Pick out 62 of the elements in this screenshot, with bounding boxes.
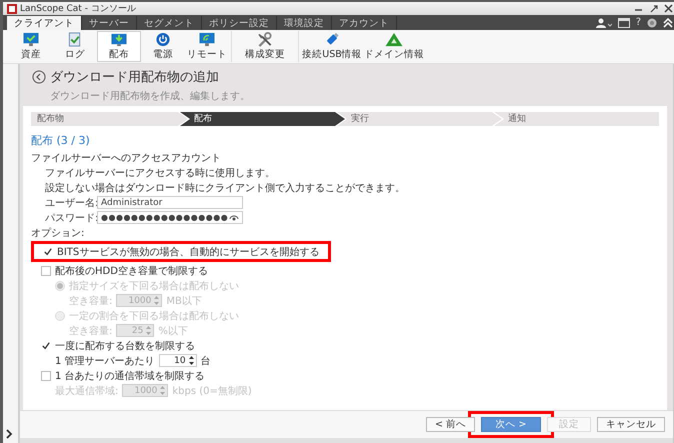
username-field[interactable]: Administrator xyxy=(97,196,243,209)
close-icon xyxy=(664,4,673,13)
checkbox-label: 配布後のHDD空き容量で制限する xyxy=(55,264,208,278)
radio-label: 指定サイズを下回る場合は配布しない xyxy=(69,280,239,292)
network-triangle-icon xyxy=(384,32,404,47)
field-label: 空き容量: xyxy=(69,324,112,338)
unit-label: %以下 xyxy=(158,324,188,338)
toolbar-button[interactable]: リモート xyxy=(185,31,229,62)
checkbox-label: 一度に配布する台数を制限する xyxy=(55,340,195,352)
wizard-step: 配布物 xyxy=(31,112,188,126)
monitor-signal-icon xyxy=(197,32,217,47)
checkbox[interactable] xyxy=(41,370,51,380)
window-icon xyxy=(618,18,630,28)
checkmark-icon xyxy=(42,340,50,350)
unit-label: 台 xyxy=(200,354,211,368)
checkmark-icon xyxy=(44,246,52,256)
radio-label: 一定の割合を下回る場合は配布しない xyxy=(69,310,239,322)
wizard-step: 通知 xyxy=(494,112,659,126)
unit-label: kbps (0=無制限) xyxy=(172,384,252,398)
help-text: ファイルサーバーにアクセスする時に使用します。 xyxy=(45,166,275,180)
toolbar-button[interactable]: ログ xyxy=(53,31,97,62)
checkbox-label: 1 台あたりの通信帯域を制限する xyxy=(55,370,205,382)
spinner-arrows-icon xyxy=(145,325,152,336)
wizard-button[interactable]: < 前へ xyxy=(426,417,475,432)
monitor-download-icon xyxy=(109,32,129,47)
number-field[interactable]: 10 xyxy=(158,354,197,367)
toolbar-button[interactable]: 接続USB情報 xyxy=(301,31,363,62)
toolbar-button[interactable]: 電源 xyxy=(141,31,185,62)
page-subtitle: ダウンロード用配布物を作成、編集します。 xyxy=(49,90,251,103)
field-label: 最大通信帯域: xyxy=(55,384,118,398)
field-label: 空き容量: xyxy=(69,294,112,308)
password-field[interactable]: ●●●●●●●●●●●●●●●●● xyxy=(97,211,243,224)
expand-chevron-icon xyxy=(6,429,13,439)
section-title: 配布 (3 / 3) xyxy=(31,133,91,148)
toolbar-button[interactable]: ドメイン情報 xyxy=(363,31,425,62)
user-icon xyxy=(596,18,612,28)
monitor-check-icon xyxy=(21,32,41,47)
page-title: ダウンロード用配布物の追加 xyxy=(50,69,219,86)
window-title: LanScope Cat - コンソール xyxy=(20,3,137,15)
back-icon xyxy=(32,70,46,84)
spinner-arrows-icon xyxy=(159,385,166,396)
checkbox[interactable] xyxy=(41,266,51,276)
eye-icon xyxy=(229,214,239,221)
spinner-arrows-icon xyxy=(188,355,195,366)
spinner-arrows-icon xyxy=(153,295,160,306)
field-label: 1 管理サーバーあたり xyxy=(55,354,155,368)
checkbox-label: BITSサービスが無効の場合、自動的にサービスを開始する xyxy=(57,246,320,258)
tab[interactable]: クライアント xyxy=(7,16,82,30)
toolbar-button[interactable]: 資産 xyxy=(9,31,53,62)
account-heading: ファイルサーバーへのアクセスアカウント xyxy=(31,152,221,164)
unit-label: MB以下 xyxy=(166,294,202,308)
wizard-step: 実行 xyxy=(337,112,502,126)
maximize-icon xyxy=(649,4,658,13)
help-button[interactable]: ? xyxy=(636,17,641,29)
help-text: 設定しない場合はダウンロード時にクライアント側で入力することができます。 xyxy=(45,182,405,194)
wizard-button[interactable]: キャンセル xyxy=(597,417,665,432)
app-logo-icon xyxy=(7,4,17,14)
collapse-icon xyxy=(663,18,673,28)
options-label: オプション: xyxy=(31,226,84,240)
wizard-step: 配布 xyxy=(180,112,345,126)
toolbar-button[interactable]: 構成変更 xyxy=(234,31,296,62)
toolbar-button[interactable]: 配布 xyxy=(97,31,141,62)
